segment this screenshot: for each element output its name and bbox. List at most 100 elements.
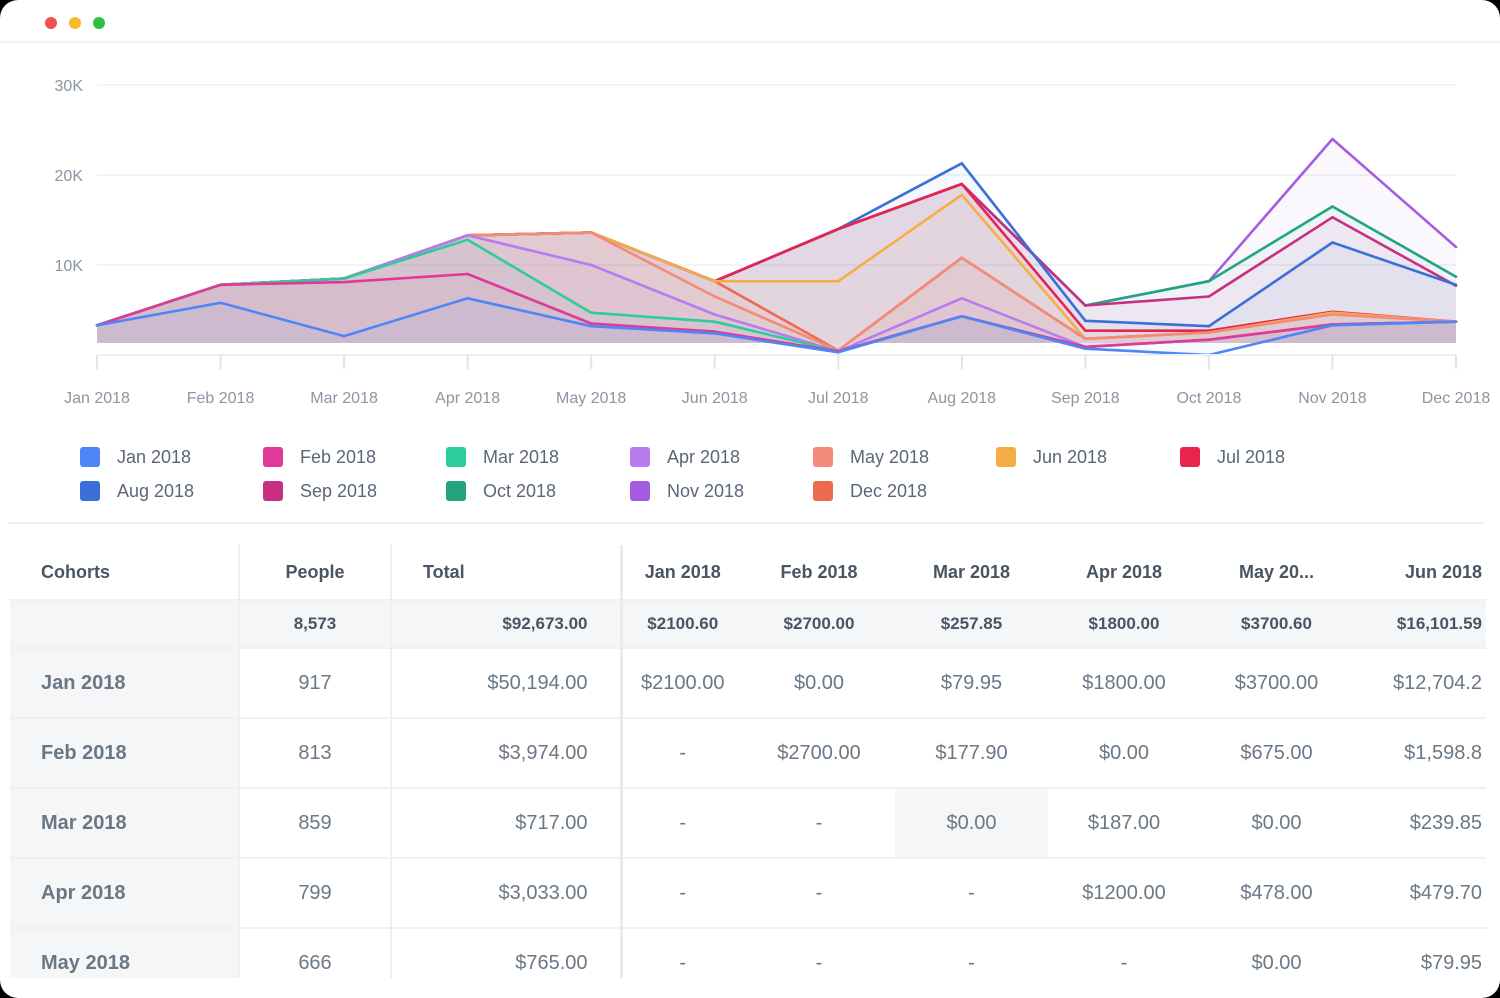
y-axis: 10K 20K 30K: [55, 78, 84, 275]
totals-row: 8,573 $92,673.00 $2100.60 $2700.00 $257.…: [10, 600, 1486, 649]
legend-label: Mar 2018: [483, 446, 560, 467]
table-row[interactable]: May 2018 666 $765.00- - - - $0.00 $79.95: [10, 928, 1486, 978]
column-header-month[interactable]: Jan 2018: [621, 545, 743, 601]
column-header-total[interactable]: Total: [391, 545, 623, 601]
totals-month-cell: $257.85: [895, 600, 1048, 649]
data-point: [466, 297, 469, 300]
cohort-line-chart: 10K 20K 30K Jan 2018 Feb 2018 Mar 2018 Apr 20…: [55, 78, 1491, 407]
legend-label: Nov 2018: [667, 480, 745, 501]
month-value-cell[interactable]: -: [743, 858, 895, 929]
month-value-cell[interactable]: $1200.00: [1048, 858, 1200, 929]
cohort-name-cell: Feb 2018: [10, 718, 240, 789]
legend-item[interactable]: Jul 2018: [1180, 446, 1285, 468]
month-value-cell[interactable]: -: [895, 858, 1048, 929]
month-value-cell[interactable]: -: [743, 928, 895, 978]
month-value-cell[interactable]: $0.00: [1048, 718, 1200, 789]
legend-label: Dec 2018: [850, 480, 928, 501]
y-tick-label: 20K: [55, 168, 84, 185]
table-row[interactable]: Jan 2018 917 $50,194.00 $2100.00 $0.00 $79.95…: [10, 648, 1486, 719]
month-value-cell[interactable]: $12,704.2: [1353, 648, 1486, 719]
divider: [8, 522, 1484, 524]
month-value-cell[interactable]: -: [621, 718, 743, 789]
legend-label: Jan 2018: [117, 446, 192, 467]
month-value-cell[interactable]: $0.00: [743, 648, 895, 719]
month-value-cell[interactable]: $479.70: [1353, 858, 1486, 929]
data-point: [342, 280, 346, 284]
data-point: [1084, 329, 1087, 333]
month-value-cell[interactable]: $0.00: [1200, 928, 1353, 978]
month-value-cell[interactable]: $0.00: [895, 788, 1048, 859]
month-value-cell[interactable]: $675.00: [1200, 718, 1353, 789]
legend-swatch-icon: [80, 481, 100, 501]
month-value-cell[interactable]: -: [621, 858, 743, 929]
data-point: [342, 277, 346, 280]
table-row[interactable]: Feb 2018 813 $3,974.00- $2700.00 $177.90 $0.0…: [10, 718, 1486, 789]
column-header-month[interactable]: Apr 2018: [1048, 545, 1200, 601]
x-tick-label: Mar 2018: [310, 390, 378, 407]
data-point: [713, 313, 717, 316]
month-value-cell[interactable]: $187.00: [1048, 788, 1200, 859]
month-value-cell[interactable]: $79.95: [1353, 928, 1486, 978]
total-cell: $765.00: [391, 928, 623, 978]
legend-item[interactable]: May 2018: [813, 446, 929, 468]
legend-item[interactable]: Dec 2018: [813, 480, 927, 502]
maximize-window-button[interactable]: [93, 17, 105, 29]
legend-label: Aug 2018: [117, 480, 195, 501]
column-header-month[interactable]: Feb 2018: [743, 545, 895, 601]
people-cell: 799: [239, 858, 392, 929]
data-point: [1084, 319, 1087, 323]
x-tick-label: Dec 2018: [1422, 390, 1491, 407]
legend-swatch-icon: [446, 447, 466, 467]
month-value-cell[interactable]: $177.90: [895, 718, 1048, 789]
data-point: [589, 311, 593, 315]
month-value-cell[interactable]: $0.00: [1200, 788, 1353, 859]
legend-item[interactable]: Aug 2018: [80, 480, 194, 502]
table-row[interactable]: Mar 2018 859 $717.00- - $0.00 $187.00 $0.00 $23…: [10, 788, 1486, 859]
close-window-button[interactable]: [45, 17, 57, 29]
month-value-cell[interactable]: -: [1048, 928, 1200, 978]
people-cell: 666: [239, 928, 392, 978]
month-value-cell[interactable]: $79.95: [895, 648, 1048, 719]
data-point: [1207, 331, 1211, 334]
table-row[interactable]: Apr 2018 799 $3,033.00- - - $1200.00 $478.00 $4…: [10, 858, 1486, 929]
month-value-cell[interactable]: $1800.00: [1048, 648, 1200, 719]
month-value-cell[interactable]: $2100.00: [621, 648, 743, 719]
month-value-cell[interactable]: $3700.00: [1200, 648, 1353, 719]
column-header-people[interactable]: People: [239, 545, 392, 601]
legend-item[interactable]: Nov 2018: [630, 480, 744, 502]
legend-label: Apr 2018: [667, 446, 741, 467]
month-value-cell[interactable]: -: [621, 788, 743, 859]
data-point: [1454, 283, 1458, 287]
data-point: [713, 320, 717, 324]
data-point: [1084, 337, 1087, 341]
month-value-cell[interactable]: $239.85: [1353, 788, 1486, 859]
column-header-cohorts[interactable]: Cohorts: [10, 545, 240, 601]
y-tick-label: 10K: [55, 258, 84, 275]
x-tick-label: Feb 2018: [187, 390, 255, 407]
month-value-cell[interactable]: $478.00: [1200, 858, 1353, 929]
data-point: [466, 238, 469, 242]
total-cell: $50,194.00: [391, 648, 623, 719]
month-value-cell[interactable]: -: [743, 788, 895, 859]
minimize-window-button[interactable]: [69, 17, 81, 29]
legend-item[interactable]: Jan 2018: [80, 446, 191, 468]
legend-item[interactable]: Sep 2018: [263, 480, 377, 502]
column-header-month[interactable]: Jun 2018: [1353, 545, 1486, 601]
people-cell: 813: [239, 718, 392, 789]
legend-item[interactable]: Apr 2018: [630, 446, 740, 468]
legend-item[interactable]: Oct 2018: [446, 480, 556, 502]
column-header-month[interactable]: May 20...: [1200, 545, 1353, 601]
cohort-table-container[interactable]: Cohorts People Total Jan 2018 Feb 2018 M…: [10, 545, 1486, 978]
data-point: [1207, 279, 1211, 283]
legend-item[interactable]: Feb 2018: [263, 446, 376, 468]
x-tick-label: Jul 2018: [808, 390, 869, 407]
month-value-cell[interactable]: -: [621, 928, 743, 978]
column-header-month[interactable]: Mar 2018: [895, 545, 1048, 601]
month-value-cell[interactable]: $2700.00: [743, 718, 895, 789]
data-point: [960, 297, 964, 300]
month-value-cell[interactable]: -: [895, 928, 1048, 978]
legend-item[interactable]: Mar 2018: [446, 446, 559, 468]
legend-item[interactable]: Jun 2018: [996, 446, 1107, 468]
month-value-cell[interactable]: $1,598.8: [1353, 718, 1486, 789]
totals-cohort-cell: [10, 600, 240, 649]
